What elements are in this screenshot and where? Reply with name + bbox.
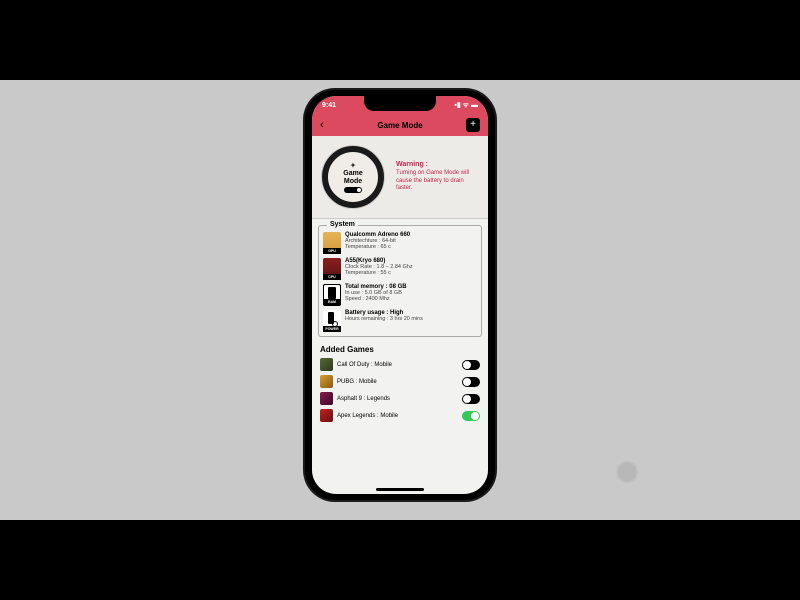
ram-icon-label: RAM [324,299,340,305]
gpu-icon: GPU [323,232,341,254]
back-button[interactable]: ‹ [320,119,332,131]
power-icon-label: POWER [323,326,341,332]
game-row-cod: Call Of Duty : Mobile [312,356,488,373]
gpu-icon-label: GPU [323,248,341,254]
device-notch [364,96,436,111]
cpu-icon-label: CPU [323,274,341,280]
game-mode-badge: ✦ Game Mode [322,146,384,208]
apex-toggle[interactable] [462,411,480,421]
game-row-apex: Apex Legends : Mobile [312,407,488,424]
ram-speed: Speed : 2400 Mhz [345,296,477,302]
game-row-pubg: PUBG : Mobile [312,373,488,390]
rog-logo-icon: ✦ [350,161,357,170]
badge-line1: Game [343,170,362,177]
asphalt-name: Asphalt 9 : Legends [337,396,458,402]
cpu-temp: Temperature : 55 c [345,270,477,276]
cod-name: Call Of Duty : Mobile [337,362,458,368]
gpu-info: Qualcomm Adreno 660 Architechture : 64-b… [345,232,477,250]
cod-icon [320,358,333,371]
status-time: 9:41 [322,102,336,109]
cursor-icon [618,463,636,481]
cod-toggle[interactable] [462,360,480,370]
apex-icon [320,409,333,422]
ram-info: Total memory : 08 GB In use : 5.0 GB of … [345,284,477,302]
badge-line2: Mode [344,178,362,185]
status-indicators: ▪▮ ᯤ ▬ [454,101,478,110]
system-section: System GPU Qualcomm Adreno 660 Architech… [318,225,482,337]
badge-text: Game Mode [343,170,362,185]
power-info: Battery usage : High Hours remaining : 3… [345,310,477,322]
pubg-icon [320,375,333,388]
power-icon: POWER [323,310,341,332]
warning-title: Warning : [396,161,478,168]
system-legend: System [327,221,358,228]
system-row-cpu: CPU A55(Kryo 680) Clock Rate : 1.8 – 2.8… [323,256,477,282]
warning-text: Turning on Game Mode will cause the batt… [396,170,478,193]
system-row-ram: RAM Total memory : 08 GB In use : 5.0 GB… [323,282,477,308]
add-button[interactable]: + [466,118,480,132]
ram-icon: RAM [323,284,341,306]
cpu-info: A55(Kryo 680) Clock Rate : 1.8 – 2.84 Gh… [345,258,477,276]
badge-toggle-icon [344,187,362,193]
warning-block: Warning : Turning on Game Mode will caus… [396,161,478,193]
page-title: Game Mode [377,121,422,130]
home-indicator[interactable] [376,488,424,491]
power-hours: Hours remaining : 3 hrs 20 mins [345,316,477,322]
gpu-temp: Temperature : 65 c [345,244,477,250]
apex-name: Apex Legends : Mobile [337,413,458,419]
device-frame: 9:41 ▪▮ ᯤ ▬ ‹ Game Mode + ✦ Game Mode Wa… [305,90,495,500]
system-row-gpu: GPU Qualcomm Adreno 660 Architechture : … [323,230,477,256]
screen: 9:41 ▪▮ ᯤ ▬ ‹ Game Mode + ✦ Game Mode Wa… [312,96,488,494]
game-row-asphalt: Asphalt 9 : Legends [312,390,488,407]
pubg-name: PUBG : Mobile [337,379,458,385]
hero-panel: ✦ Game Mode Warning : Turning on Game Mo… [312,136,488,219]
system-row-power: POWER Battery usage : High Hours remaini… [323,308,477,334]
asphalt-toggle[interactable] [462,394,480,404]
asphalt-icon [320,392,333,405]
cpu-icon: CPU [323,258,341,280]
nav-bar: ‹ Game Mode + [312,114,488,136]
added-games-header: Added Games [312,341,488,356]
pubg-toggle[interactable] [462,377,480,387]
